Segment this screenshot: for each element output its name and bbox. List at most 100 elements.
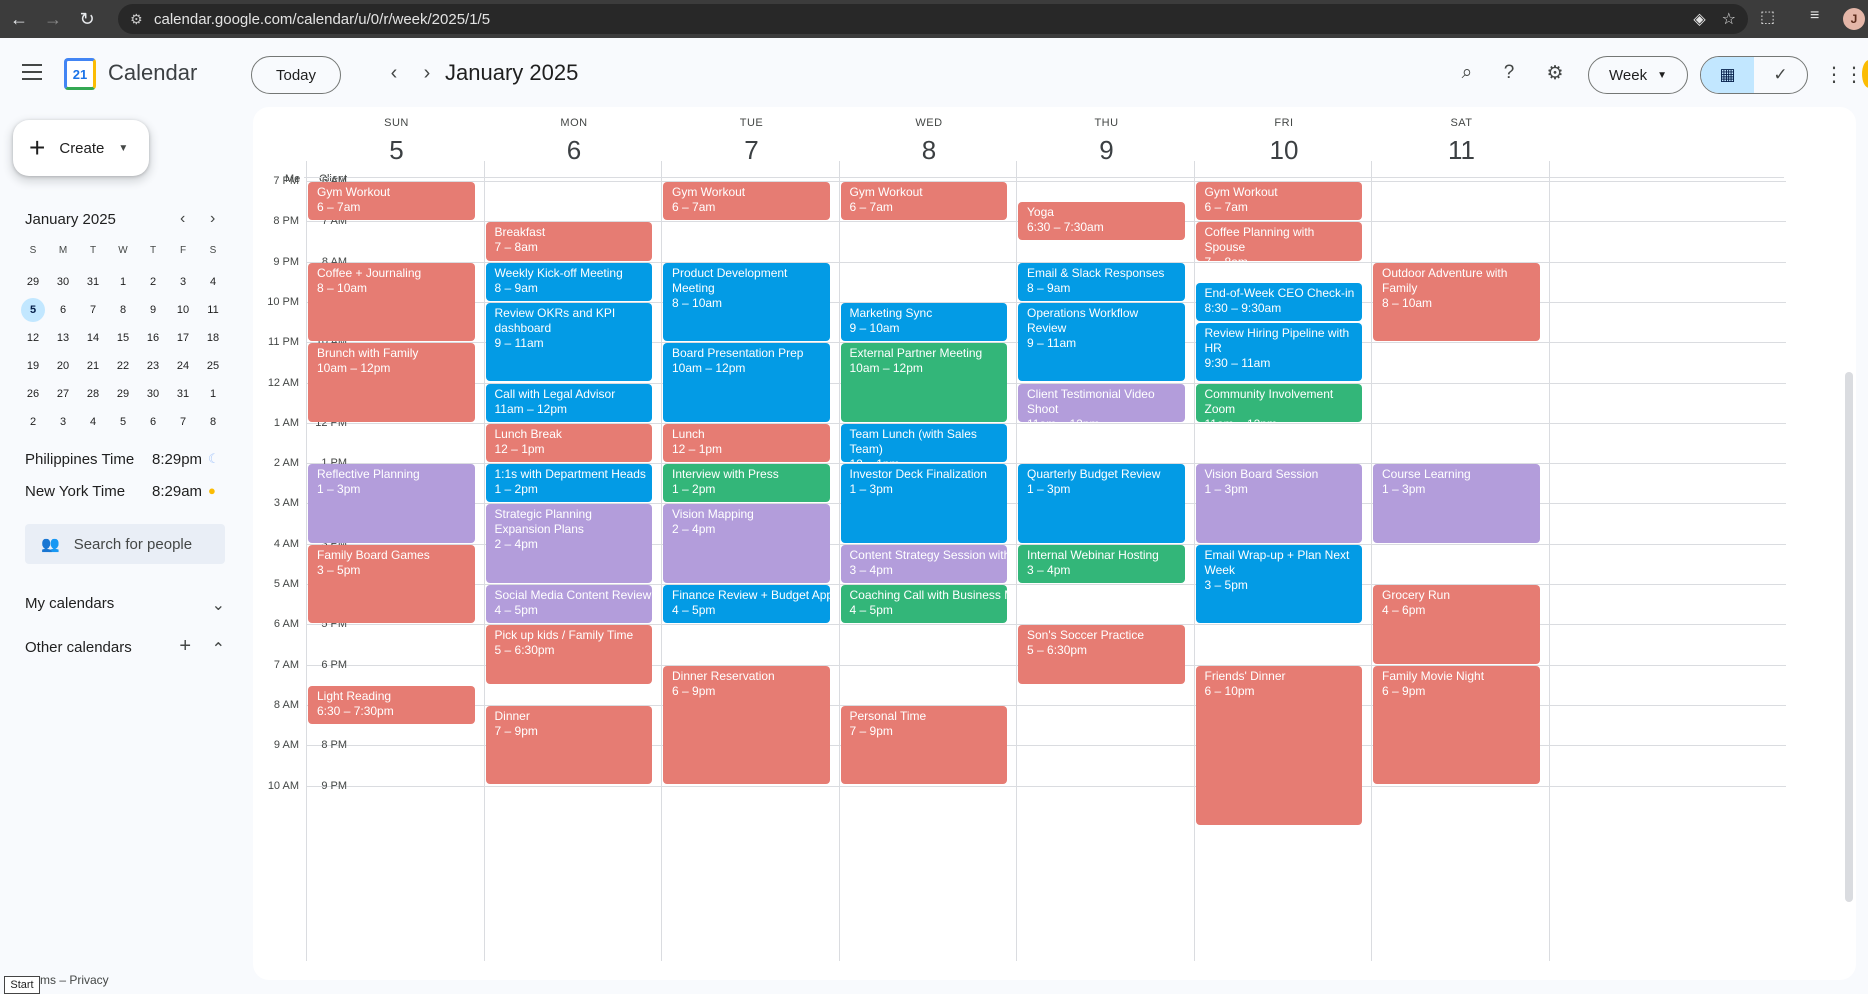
calendar-event[interactable]: Dinner 7 – 9pm <box>485 705 652 785</box>
calendar-event[interactable]: Gym Workout 6 – 7am <box>663 182 830 221</box>
mini-day[interactable]: 28 <box>78 380 108 408</box>
today-button[interactable]: Today <box>251 56 341 94</box>
reading-list-icon[interactable]: ≡ <box>1810 7 1819 25</box>
mini-previous-month-icon[interactable]: ‹ <box>180 210 185 228</box>
previous-week-chevron-icon[interactable]: ‹ <box>383 62 405 85</box>
reload-icon[interactable]: ↻ <box>72 4 102 34</box>
calendar-event[interactable]: Gym Workout 6 – 7am <box>1195 182 1362 221</box>
day-header-sat[interactable]: SAT 11 <box>1356 117 1567 166</box>
calendar-event[interactable]: Call with Legal Advisor 11am – 12pm <box>485 383 652 422</box>
calendar-event[interactable]: Son's Soccer Practice 5 – 6:30pm <box>1018 625 1185 684</box>
calendar-event[interactable]: Course Learning 1 – 3pm <box>1373 464 1540 543</box>
my-calendars-section[interactable]: My calendars ⌄ <box>25 595 225 615</box>
calendar-event[interactable]: Vision Mapping 2 – 4pm <box>663 504 830 583</box>
terms-privacy-footer[interactable]: ms – Privacy <box>40 973 109 987</box>
site-settings-icon[interactable]: ⚙ <box>130 11 154 28</box>
main-menu-icon[interactable] <box>22 64 42 80</box>
mini-day[interactable]: 9 <box>138 296 168 324</box>
calendar-event[interactable]: Yoga 6:30 – 7:30am <box>1018 202 1185 241</box>
mini-day[interactable]: 29 <box>18 268 48 296</box>
calendar-event[interactable]: Quarterly Budget Review 1 – 3pm <box>1018 464 1185 543</box>
mini-day[interactable]: 18 <box>198 324 228 352</box>
incognito-eye-icon[interactable]: ◈ <box>1693 9 1705 29</box>
mini-day[interactable]: 10 <box>168 296 198 324</box>
calendar-event[interactable]: Coffee + Journaling 8 – 10am <box>308 262 475 342</box>
calendar-event[interactable]: Breakfast 7 – 8am <box>485 222 652 261</box>
mini-day[interactable]: 12 <box>18 324 48 352</box>
mini-day[interactable]: 14 <box>78 324 108 352</box>
calendar-event[interactable]: Vision Board Session 1 – 3pm <box>1195 464 1362 543</box>
mini-day[interactable]: 8 <box>108 296 138 324</box>
back-arrow-icon[interactable]: ← <box>4 4 34 34</box>
mini-next-month-icon[interactable]: › <box>210 210 215 228</box>
calendar-event[interactable]: Outdoor Adventure with Family 8 – 10am <box>1373 262 1540 342</box>
calendar-event[interactable]: Review OKRs and KPI dashboard 9 – 11am <box>485 302 652 382</box>
start-button[interactable]: Start <box>4 976 40 994</box>
profile-avatar[interactable]: J <box>1843 8 1865 30</box>
calendar-event[interactable]: End-of-Week CEO Check-in 8:30 – 9:30am <box>1195 282 1362 322</box>
calendar-event[interactable]: Weekly Kick-off Meeting 8 – 9am <box>485 262 652 301</box>
mini-day[interactable]: 1 <box>108 268 138 296</box>
calendar-event[interactable]: Family Movie Night 6 – 9pm <box>1373 665 1540 785</box>
bookmark-star-icon[interactable]: ☆ <box>1722 9 1736 29</box>
mini-day[interactable]: 11 <box>198 296 228 324</box>
calendar-event[interactable]: Gym Workout 6 – 7am <box>308 182 475 221</box>
calendar-event[interactable]: Family Board Games 3 – 5pm <box>308 544 475 624</box>
settings-gear-icon[interactable]: ⚙ <box>1542 60 1568 86</box>
mini-day[interactable]: 16 <box>138 324 168 352</box>
mini-day[interactable]: 24 <box>168 352 198 380</box>
calendar-event[interactable]: Pick up kids / Family Time 5 – 6:30pm <box>485 625 652 684</box>
mini-day[interactable]: 15 <box>108 324 138 352</box>
grid-scrollbar[interactable] <box>1845 372 1853 902</box>
mini-day[interactable]: 3 <box>168 268 198 296</box>
mini-day[interactable]: 30 <box>138 380 168 408</box>
calendar-event[interactable]: Reflective Planning 1 – 3pm <box>308 464 475 543</box>
mini-day[interactable]: 4 <box>78 408 108 436</box>
calendar-event[interactable]: Community Involvement Zoom11am – 12pm <box>1195 383 1362 422</box>
search-people-input[interactable]: 👥 Search for people <box>25 524 225 564</box>
calendar-event[interactable]: Internal Webinar Hosting 3 – 4pm <box>1018 544 1185 583</box>
mini-day[interactable]: 2 <box>138 268 168 296</box>
mini-day[interactable]: 19 <box>18 352 48 380</box>
calendar-view-icon[interactable]: ▦ <box>1701 57 1754 93</box>
extensions-icon[interactable]: ⬚ <box>1760 7 1775 27</box>
calendar-event[interactable]: Email Wrap-up + Plan Next Week 3 – 5pm <box>1195 544 1362 624</box>
mini-day[interactable]: 29 <box>108 380 138 408</box>
mini-day[interactable]: 20 <box>48 352 78 380</box>
calendar-event[interactable]: 1:1s with Department Heads 1 – 2pm <box>485 464 652 503</box>
calendar-event[interactable]: External Partner Meeting 10am – 12pm <box>840 343 1007 422</box>
mini-day[interactable]: 7 <box>78 296 108 324</box>
calendar-event[interactable]: Dinner Reservation 6 – 9pm <box>663 665 830 785</box>
google-apps-grid-icon[interactable]: ⋮⋮ <box>1824 62 1864 87</box>
chevron-down-icon[interactable]: ⌄ <box>212 595 225 615</box>
add-calendar-plus-icon[interactable]: + <box>179 635 191 658</box>
other-calendars-section[interactable]: Other calendars + ⌃ <box>25 635 225 658</box>
day-number[interactable]: 11 <box>1356 135 1567 166</box>
mini-day[interactable]: 21 <box>78 352 108 380</box>
calendar-event[interactable]: Finance Review + Budget Approva4 – 5pm <box>663 585 830 624</box>
mini-day[interactable]: 26 <box>18 380 48 408</box>
mini-day[interactable]: 5 <box>108 408 138 436</box>
mini-day[interactable]: 25 <box>198 352 228 380</box>
create-button[interactable]: + Create ▼ <box>13 120 149 176</box>
mini-day[interactable]: 22 <box>108 352 138 380</box>
calendar-event[interactable]: Marketing Sync 9 – 10am <box>840 302 1007 342</box>
mini-day[interactable]: 6 <box>48 296 78 324</box>
calendar-event[interactable]: Brunch with Family 10am – 12pm <box>308 343 475 422</box>
mini-day[interactable]: 8 <box>198 408 228 436</box>
calendar-event[interactable]: Social Media Content Review + Cl4 – 5pm <box>485 585 652 624</box>
calendar-event[interactable]: Lunch 12 – 1pm <box>663 423 830 463</box>
calendar-event[interactable]: Operations Workflow Review 9 – 11am <box>1018 302 1185 382</box>
calendar-event[interactable]: Strategic Planning Expansion Plans 2 – 4p… <box>485 504 652 583</box>
forward-arrow-icon[interactable]: → <box>38 4 68 34</box>
calendar-event[interactable]: Review Hiring Pipeline with HR 9:30 – 11a… <box>1195 323 1362 382</box>
calendar-event[interactable]: Email & Slack Responses 8 – 9am <box>1018 262 1185 301</box>
mini-day[interactable]: 17 <box>168 324 198 352</box>
tasks-view-icon[interactable]: ✓ <box>1754 57 1807 93</box>
mini-day[interactable]: 31 <box>78 268 108 296</box>
calendar-event[interactable]: Light Reading 6:30 – 7:30pm <box>308 685 475 725</box>
next-week-chevron-icon[interactable]: › <box>416 62 438 85</box>
mini-day[interactable]: 23 <box>138 352 168 380</box>
calendar-event[interactable]: Grocery Run 4 – 6pm <box>1373 585 1540 664</box>
calendar-event[interactable]: Coffee Planning with Spouse7 – 8am <box>1195 222 1362 261</box>
